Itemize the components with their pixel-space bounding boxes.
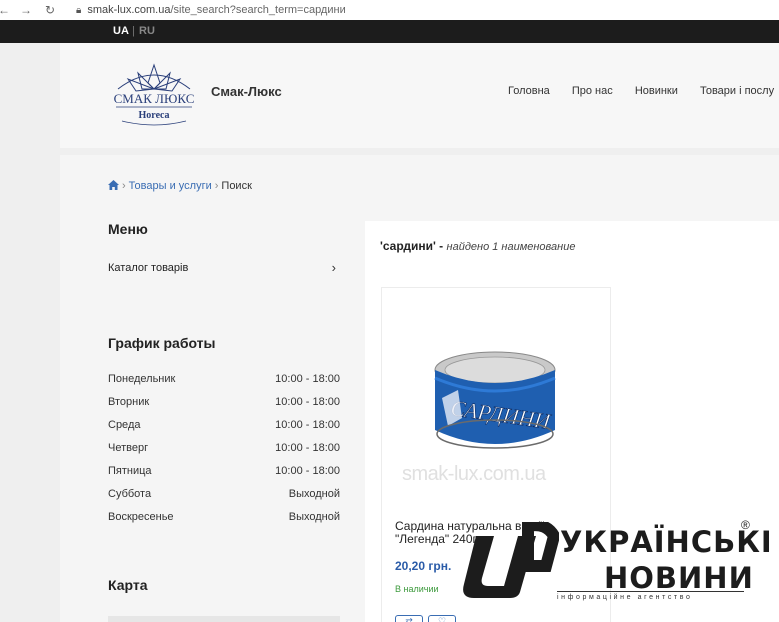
nav-about[interactable]: Про нас (572, 85, 613, 97)
url-field[interactable]: smak-lux.com.ua/site_search?search_term=… (87, 4, 345, 16)
search-summary: 'сардини' - найдено 1 наименование (380, 239, 575, 253)
hours-row: Среда 10:00 - 18:00 (108, 419, 340, 442)
compare-icon[interactable]: ⇄ (395, 615, 423, 622)
site-header: СМАК ЛЮКС Horeca Смак-Люкс Головна Про н… (60, 43, 779, 148)
news-title-line2: НОВИНИ (604, 561, 754, 595)
hours-time: 10:00 - 18:00 (275, 396, 340, 408)
catalog-link[interactable]: Каталог товарів › (108, 260, 340, 275)
breadcrumb-arrow: › (122, 180, 126, 192)
nav-new[interactable]: Новинки (635, 85, 678, 97)
svg-text:СМАК ЛЮКС: СМАК ЛЮКС (114, 91, 195, 106)
hours-day: Вторник (108, 396, 150, 408)
hours-row: Пятница 10:00 - 18:00 (108, 465, 340, 488)
wishlist-icon[interactable]: ♡ (428, 615, 456, 622)
language-bar: UA | RU (0, 20, 779, 43)
breadcrumb-products[interactable]: Товары и услуги (129, 180, 212, 192)
map-title: Карта (108, 577, 148, 593)
hours-row: Воскресенье Выходной (108, 511, 340, 534)
nav-home[interactable]: Головна (508, 85, 550, 97)
hours-day: Пятница (108, 465, 152, 477)
product-image[interactable]: САРДИНИ (432, 348, 558, 458)
hours-day: Среда (108, 419, 141, 431)
brand-name[interactable]: Смак-Люкс (211, 84, 282, 99)
hours-row: Понедельник 10:00 - 18:00 (108, 373, 340, 396)
hours-day: Понедельник (108, 373, 176, 385)
hours-row: Вторник 10:00 - 18:00 (108, 396, 340, 419)
browser-address-bar: ← → ↻ 🔒︎ smak-lux.com.ua/site_search?sea… (0, 0, 779, 20)
hours-row: Суббота Выходной (108, 488, 340, 511)
hours-title: График работы (108, 335, 216, 351)
home-icon[interactable] (108, 180, 119, 190)
map-widget[interactable] (108, 616, 340, 622)
card-actions: ⇄ ♡ (395, 611, 461, 622)
results-count: найдено 1 наименование (446, 241, 576, 253)
hours-time: 10:00 - 18:00 (275, 373, 340, 385)
smak-lux-logo[interactable]: СМАК ЛЮКС Horeca (108, 61, 200, 127)
hours-row: Четверг 10:00 - 18:00 (108, 442, 340, 465)
hours-day: Суббота (108, 488, 152, 500)
hours-time: 10:00 - 18:00 (275, 442, 340, 454)
catalog-label: Каталог товарів (108, 262, 189, 274)
nav-products[interactable]: Товари і послу (700, 85, 774, 97)
forward-arrow-icon[interactable]: → (18, 3, 34, 17)
image-watermark: smak-lux.com.ua (402, 463, 546, 485)
news-divider (557, 591, 744, 592)
product-price: 20,20 грн. (395, 559, 452, 573)
menu-title: Меню (108, 221, 148, 237)
search-query: 'сардини' - (380, 239, 444, 253)
svg-text:Horeca: Horeca (139, 110, 170, 121)
news-subtitle: інформаційне агентство (557, 594, 693, 601)
chevron-right-icon: › (331, 260, 336, 275)
hours-day: Четверг (108, 442, 149, 454)
breadcrumb-current: Поиск (221, 180, 252, 192)
url-path: /site_search?search_term=сардини (170, 4, 346, 16)
back-arrow-icon[interactable]: ← (0, 3, 12, 17)
hours-time: 10:00 - 18:00 (275, 419, 340, 431)
hours-table: Понедельник 10:00 - 18:00 Вторник 10:00 - … (108, 373, 340, 534)
hours-day: Воскресенье (108, 511, 174, 523)
lang-ua-link[interactable]: UA (113, 25, 129, 37)
reload-icon[interactable]: ↻ (42, 3, 58, 17)
breadcrumb-arrow: › (214, 180, 219, 192)
ukrainski-novyny-logo (463, 522, 559, 598)
url-host: smak-lux.com.ua (87, 4, 171, 16)
stock-status: В наличии (395, 584, 439, 594)
top-navigation: Головна Про нас Новинки Товари і послу (508, 85, 779, 97)
sidebar: Меню Каталог товарів › График работы Пон… (108, 221, 340, 622)
page-gutter (0, 43, 60, 622)
hours-time: Выходной (288, 511, 340, 523)
hours-time: 10:00 - 18:00 (275, 465, 340, 477)
news-agency-watermark: ® УКРАЇНСЬКІ НОВИНИ інформаційне агентст… (454, 516, 772, 616)
breadcrumb: › Товары и услуги › Поиск (108, 180, 252, 192)
lang-ru-link[interactable]: RU (139, 25, 155, 37)
hours-time: Выходной (288, 488, 340, 500)
news-title-line1: УКРАЇНСЬКІ (560, 525, 773, 559)
lock-icon: 🔒︎ (76, 4, 82, 16)
lang-separator: | (132, 25, 135, 37)
